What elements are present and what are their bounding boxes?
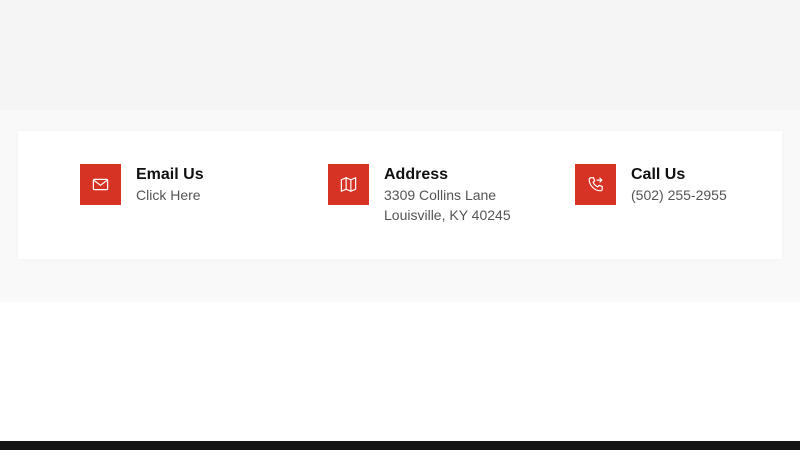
- footer-bar: [0, 441, 800, 450]
- phone-number-link[interactable]: (502) 255-2955: [631, 185, 727, 205]
- address-line-1: 3309 Collins Lane: [384, 187, 497, 203]
- contact-card: Email Us Click Here Address 3309 Collins…: [18, 131, 782, 259]
- mail-icon[interactable]: [80, 164, 121, 205]
- contact-item-address-text: Address 3309 Collins Lane Louisville, KY…: [384, 165, 511, 225]
- contact-item-address: Address 3309 Collins Lane Louisville, KY…: [328, 164, 511, 225]
- contact-item-call: Call Us (502) 255-2955: [575, 164, 727, 205]
- address-title: Address: [384, 166, 449, 183]
- email-link[interactable]: Click Here: [136, 185, 204, 205]
- contact-item-call-text: Call Us (502) 255-2955: [631, 165, 727, 205]
- top-background: [0, 0, 800, 110]
- email-title: Email Us: [136, 166, 204, 183]
- map-icon: [328, 164, 369, 205]
- call-title: Call Us: [631, 166, 686, 183]
- phone-forward-icon[interactable]: [575, 164, 616, 205]
- contact-item-email: Email Us Click Here: [80, 164, 204, 205]
- address-line-2: Louisville, KY 40245: [384, 207, 511, 223]
- contact-item-email-text: Email Us Click Here: [136, 165, 204, 205]
